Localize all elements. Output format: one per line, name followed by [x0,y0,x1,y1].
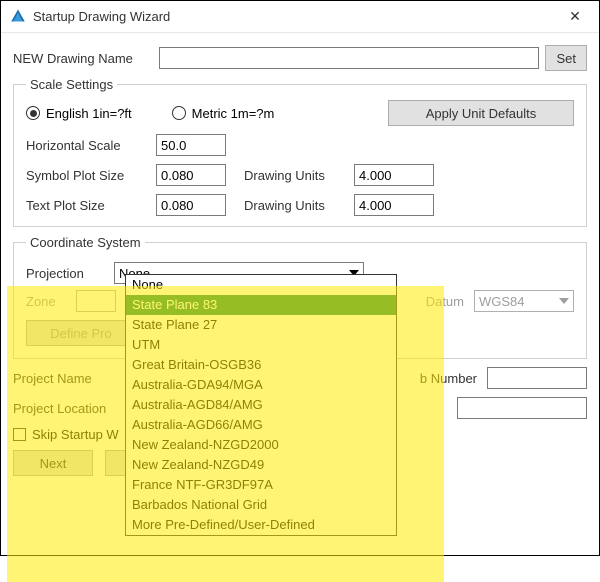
coordinate-system-group: Coordinate System Projection None Zone D… [13,235,587,359]
projection-label: Projection [26,266,106,281]
projection-option[interactable]: More Pre-Defined/User-Defined [126,515,396,535]
projection-option[interactable]: France NTF-GR3DF97A [126,475,396,495]
next-button[interactable]: Next [13,450,93,476]
text-drawing-units-input[interactable] [354,194,434,216]
text-plot-size-label: Text Plot Size [26,198,146,213]
projection-option[interactable]: State Plane 83 [126,295,396,315]
projection-dropdown[interactable]: NoneState Plane 83State Plane 27UTMGreat… [125,274,397,536]
radio-metric[interactable]: Metric 1m=?m [172,106,275,121]
startup-wizard-window: Startup Drawing Wizard ✕ NEW Drawing Nam… [0,0,600,556]
new-drawing-name-input[interactable] [159,47,539,69]
symbol-plot-size-label: Symbol Plot Size [26,168,146,183]
projection-option[interactable]: New Zealand-NZGD49 [126,455,396,475]
radio-dot-icon [172,106,186,120]
symbol-drawing-units-input[interactable] [354,164,434,186]
project-name-label: Project Name [13,371,113,386]
datum-label: Datum [426,294,464,309]
projection-option[interactable]: UTM [126,335,396,355]
coordinate-system-legend: Coordinate System [26,235,145,250]
horizontal-scale-input[interactable] [156,134,226,156]
projection-option[interactable]: Barbados National Grid [126,495,396,515]
symbol-drawing-units-label: Drawing Units [244,168,344,183]
apply-unit-defaults-button[interactable]: Apply Unit Defaults [388,100,574,126]
datum-combo: WGS84 [474,290,574,312]
projection-option[interactable]: Australia-GDA94/MGA [126,375,396,395]
scale-settings-legend: Scale Settings [26,77,117,92]
zone-label: Zone [26,294,66,309]
projection-option[interactable]: Great Britain-OSGB36 [126,355,396,375]
text-drawing-units-label: Drawing Units [244,198,344,213]
chevron-down-icon [555,298,573,304]
projection-option[interactable]: Australia-AGD84/AMG [126,395,396,415]
radio-dot-icon [26,106,40,120]
skip-startup-checkbox[interactable]: Skip Startup W [13,427,119,442]
radio-english[interactable]: English 1in=?ft [26,106,132,121]
job-number-label: b Number [420,371,477,386]
job-number-input[interactable] [487,367,587,389]
window-title: Startup Drawing Wizard [33,9,555,24]
symbol-plot-size-input[interactable] [156,164,226,186]
set-button[interactable]: Set [545,45,587,71]
radio-metric-label: Metric 1m=?m [192,106,275,121]
projection-option[interactable]: New Zealand-NZGD2000 [126,435,396,455]
checkbox-icon [13,428,26,441]
text-plot-size-input[interactable] [156,194,226,216]
app-icon [9,8,27,26]
datum-combo-text: WGS84 [475,292,555,311]
projection-option[interactable]: Australia-AGD66/AMG [126,415,396,435]
skip-startup-label: Skip Startup W [32,427,119,442]
new-drawing-name-label: NEW Drawing Name [13,51,153,66]
radio-english-label: English 1in=?ft [46,106,132,121]
close-button[interactable]: ✕ [555,2,595,32]
horizontal-scale-label: Horizontal Scale [26,138,146,153]
define-projection-button[interactable]: Define Pro [26,320,136,346]
project-location-input[interactable] [457,397,587,419]
project-location-label: Project Location [13,401,123,416]
titlebar: Startup Drawing Wizard ✕ [1,1,599,33]
zone-input [76,290,116,312]
projection-option[interactable]: State Plane 27 [126,315,396,335]
close-icon: ✕ [569,8,581,25]
scale-settings-group: Scale Settings English 1in=?ft Metric 1m… [13,77,587,227]
projection-option[interactable]: None [126,275,396,295]
